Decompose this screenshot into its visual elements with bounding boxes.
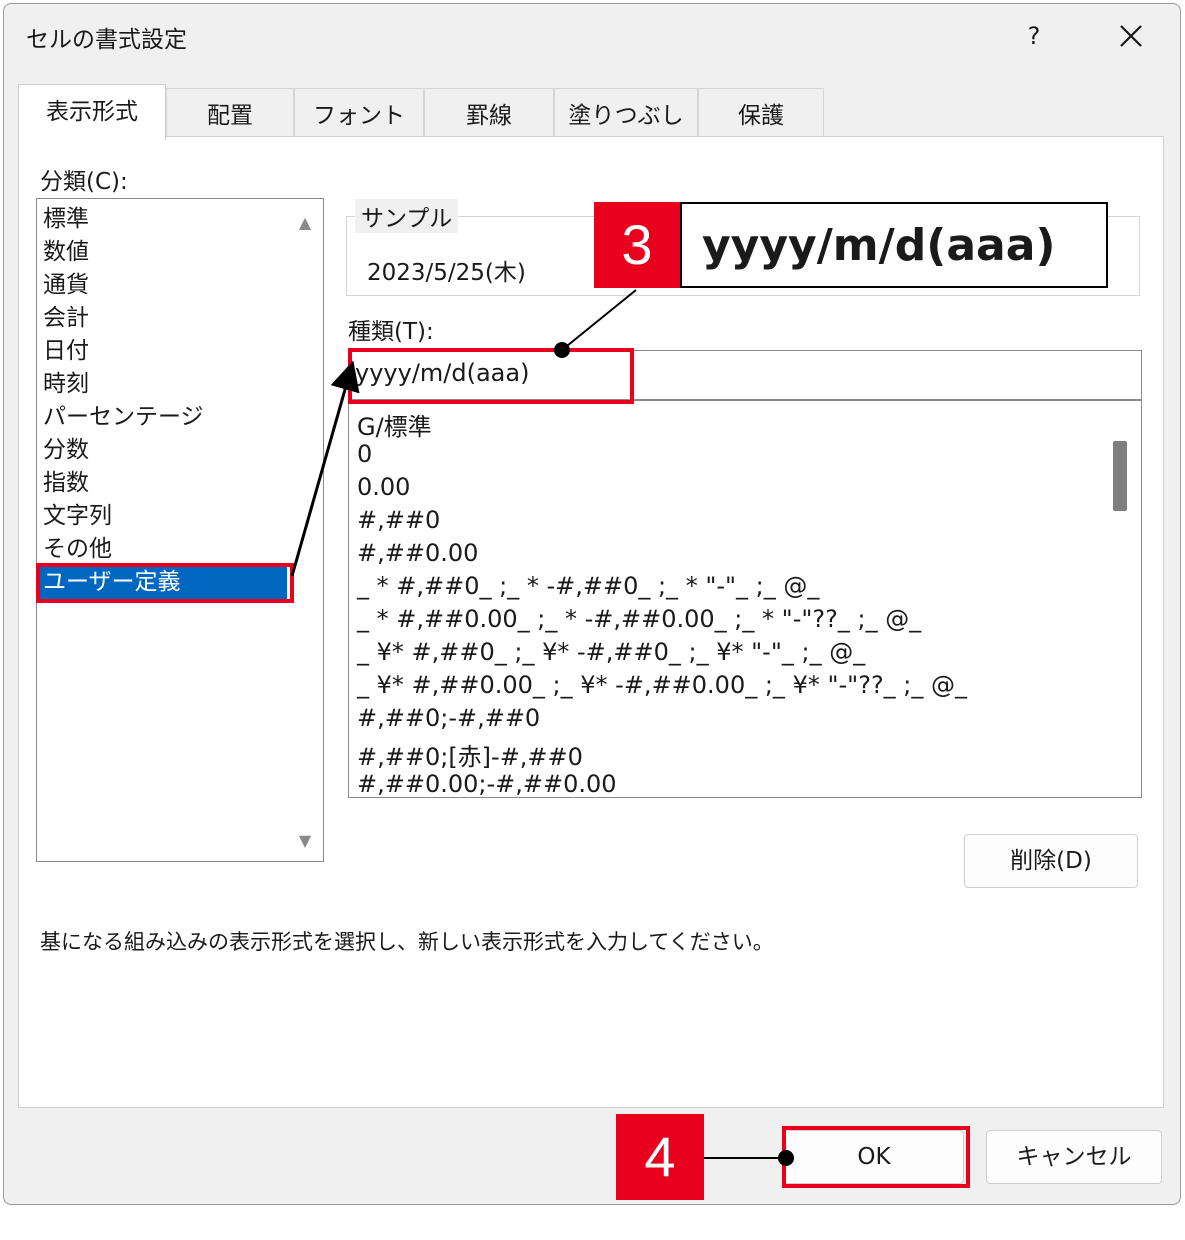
annotation-connectors (290, 289, 794, 1166)
step-3-leader-line (561, 289, 637, 351)
step-3-arrow (290, 360, 360, 577)
tab-number-format[interactable]: 表示形式 (18, 84, 166, 140)
step-4-leader-dot (778, 1150, 794, 1166)
step-3-leader-dot (554, 342, 570, 358)
